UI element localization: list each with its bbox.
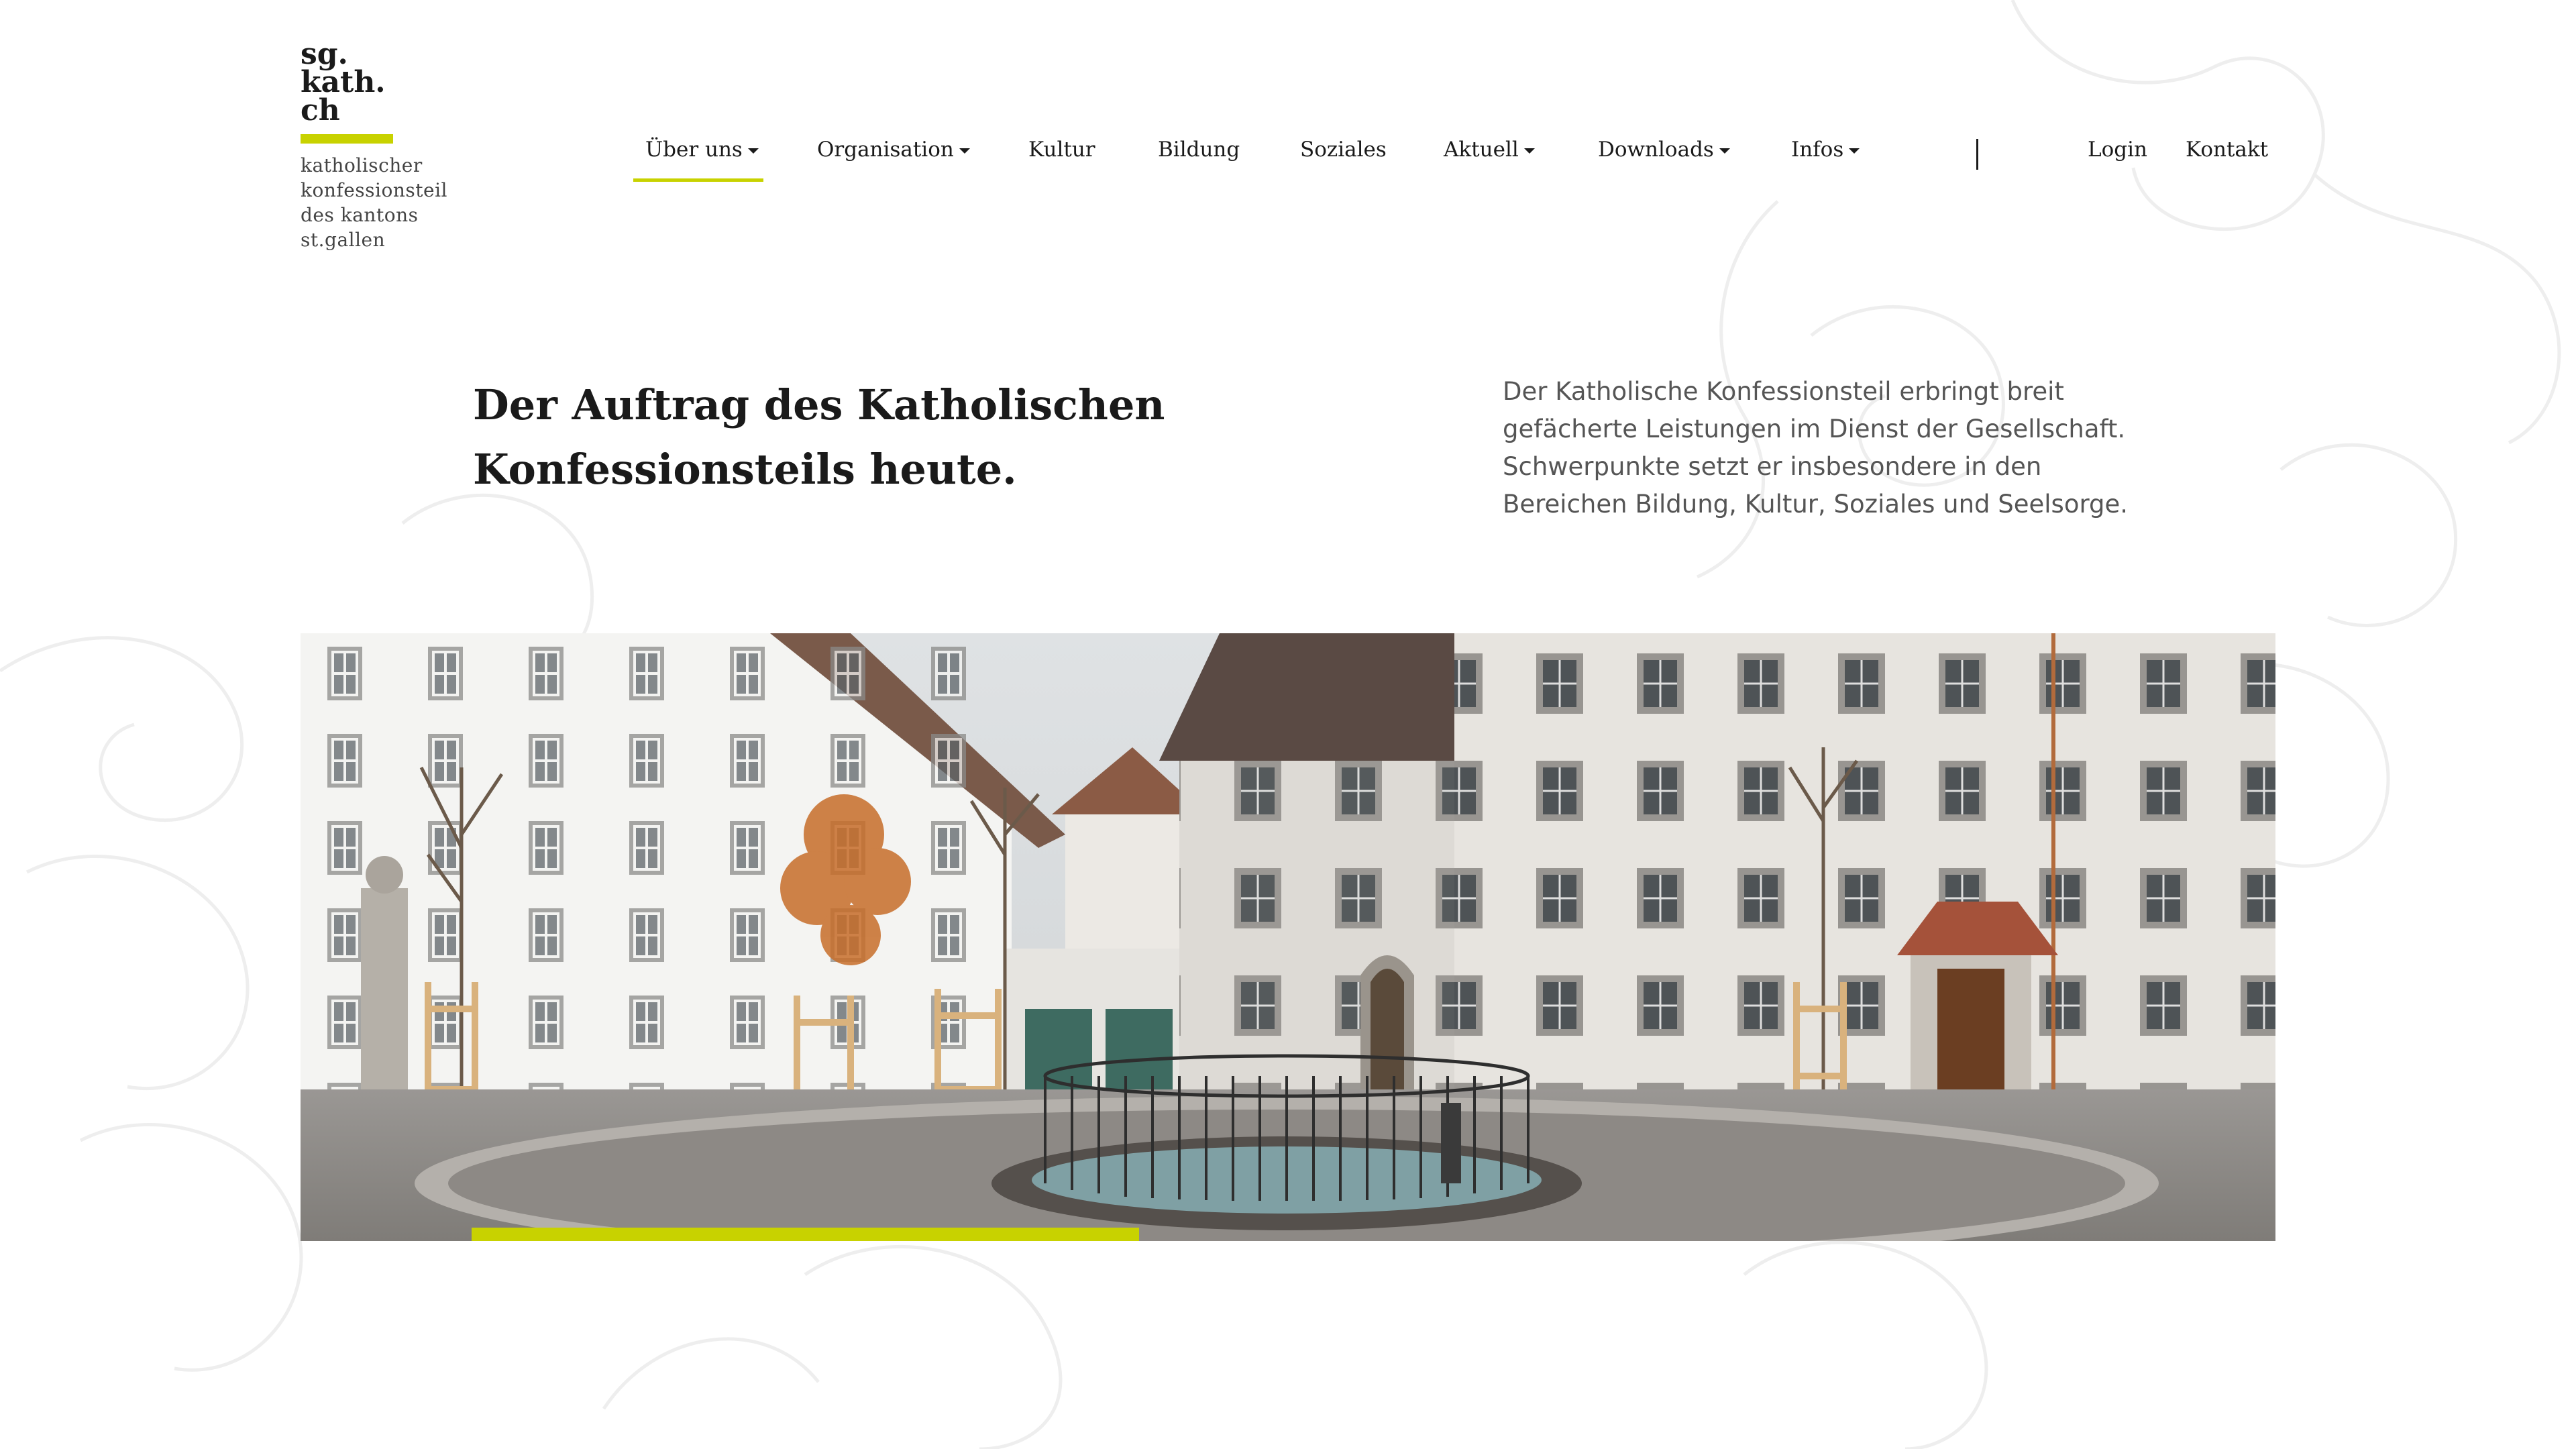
nav-item-bildung[interactable]: Bildung xyxy=(1158,138,1240,178)
nav-item-kultur[interactable]: Kultur xyxy=(1028,138,1095,178)
logo-subtitle-line: katholischer xyxy=(301,154,423,176)
caret-down-icon xyxy=(1719,148,1730,154)
logo-mark: sg. kath. ch xyxy=(301,40,447,125)
nav-item-soziales[interactable]: Soziales xyxy=(1300,138,1387,178)
headline-line: Der Auftrag des Katholischen xyxy=(473,380,1165,429)
hero-accent-bar xyxy=(472,1228,1139,1241)
caret-down-icon xyxy=(1849,148,1860,154)
nav-item-label: Organisation xyxy=(817,138,954,162)
nav-item-label: Über uns xyxy=(645,138,743,162)
nav-item-downloads[interactable]: Downloads xyxy=(1598,138,1730,178)
caret-down-icon xyxy=(959,148,970,154)
page-headline: Der Auftrag des Katholischen Konfessions… xyxy=(473,373,1345,502)
hero-courtyard-illustration xyxy=(301,633,2275,1241)
nav-item-label: Infos xyxy=(1791,138,1844,162)
intro-line: Schwerpunkte setzt er insbesondere in de… xyxy=(1503,452,2042,481)
intro-line: Bereichen Bildung, Kultur, Soziales und … xyxy=(1503,490,2129,519)
intro-line: gefächerte Leistungen im Dienst der Gese… xyxy=(1503,415,2126,443)
nav-item-label: Kultur xyxy=(1028,138,1095,162)
logo-accent-bar xyxy=(301,134,393,144)
logo-subtitle: katholischer konfessionsteil des kantons… xyxy=(301,153,447,252)
nav-item-label: Aktuell xyxy=(1444,138,1519,162)
nav-item-infos[interactable]: Infos xyxy=(1791,138,1860,178)
logo-mark-line: ch xyxy=(301,93,340,127)
caret-down-icon xyxy=(747,148,759,154)
nav-item-label: Bildung xyxy=(1158,138,1240,162)
logo-mark-line: sg. xyxy=(301,37,348,71)
nav-divider xyxy=(1976,139,1978,170)
login-link[interactable]: Login xyxy=(2088,138,2147,178)
nav-item-aktuell[interactable]: Aktuell xyxy=(1444,138,1535,178)
contact-label: Kontakt xyxy=(2186,138,2269,162)
site-logo[interactable]: sg. kath. ch katholischer konfessionstei… xyxy=(301,40,447,252)
logo-subtitle-line: konfessionsteil xyxy=(301,179,447,201)
nav-active-indicator xyxy=(633,178,763,182)
caret-down-icon xyxy=(1523,148,1535,154)
logo-subtitle-line: st.gallen xyxy=(301,229,386,251)
contact-link[interactable]: Kontakt xyxy=(2186,138,2268,178)
nav-item-label: Downloads xyxy=(1598,138,1714,162)
intro-text: Der Katholische Konfessionsteil erbringt… xyxy=(1503,373,2147,523)
nav-item-organisation[interactable]: Organisation xyxy=(817,138,970,178)
logo-mark-line: kath. xyxy=(301,65,386,99)
nav-item-label: Soziales xyxy=(1300,138,1387,162)
intro-line: Der Katholische Konfessionsteil erbringt… xyxy=(1503,377,2064,406)
headline-line: Konfessionsteils heute. xyxy=(473,445,1017,494)
hero-image xyxy=(301,633,2275,1241)
nav-item-ueber-uns[interactable]: Über uns xyxy=(645,138,759,178)
login-label: Login xyxy=(2088,138,2147,162)
logo-subtitle-line: des kantons xyxy=(301,204,419,226)
